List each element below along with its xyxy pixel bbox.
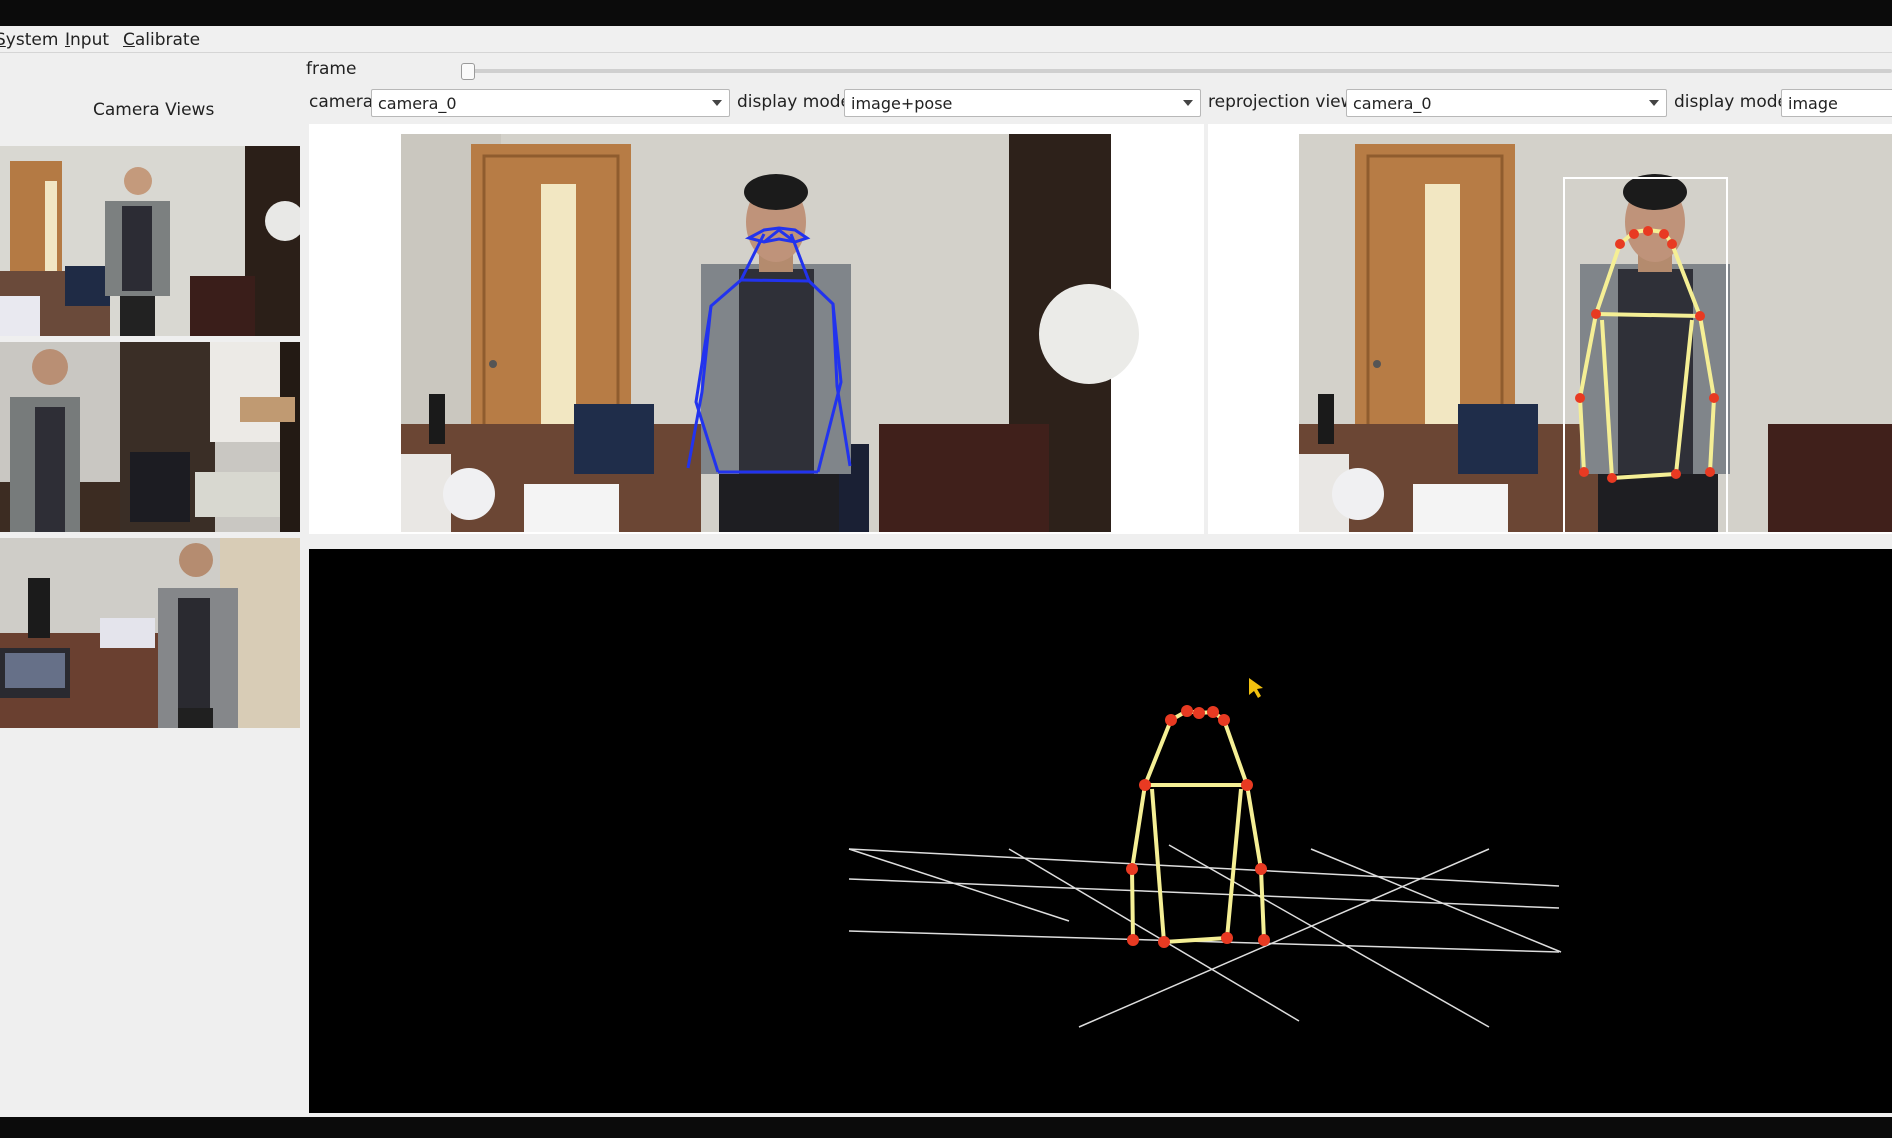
- skeleton-3d-joints: [1126, 705, 1270, 948]
- chevron-down-icon: [1183, 100, 1193, 106]
- frame-slider[interactable]: [465, 69, 1892, 73]
- ground-grid: [848, 844, 1562, 1028]
- display-mode-select-right-value: image: [1788, 94, 1838, 113]
- display-mode-label-left: display mode: [737, 92, 851, 112]
- menu-calibrate[interactable]: Calibrate: [123, 30, 200, 50]
- bottom-border: [0, 1117, 1892, 1138]
- display-mode-select-left[interactable]: image+pose: [844, 89, 1201, 117]
- reprojection-view-label: reprojection view: [1208, 92, 1355, 112]
- camera-select-value: camera_0: [378, 94, 457, 113]
- chevron-down-icon: [712, 100, 722, 106]
- camera-view-thumbnail-1[interactable]: [0, 146, 300, 336]
- camera-view-thumbnail-2[interactable]: [0, 342, 300, 532]
- camera-label: camera: [309, 92, 374, 112]
- chevron-down-icon: [1649, 100, 1659, 106]
- reprojection-image-panel[interactable]: [1208, 124, 1892, 534]
- display-mode-select-right[interactable]: image: [1781, 89, 1892, 117]
- camera-view-thumbnail-3[interactable]: [0, 538, 300, 728]
- frame-label: frame: [306, 59, 357, 79]
- 3d-viewport[interactable]: [309, 549, 1892, 1113]
- frame-slider-handle[interactable]: [461, 63, 475, 80]
- display-mode-label-right: display mode: [1674, 92, 1788, 112]
- camera-image-with-pose: [401, 134, 1139, 532]
- menu-system[interactable]: System: [0, 30, 58, 50]
- reprojection-image: [1299, 134, 1892, 534]
- camera-views-title: Camera Views: [93, 100, 215, 120]
- menu-input[interactable]: Input: [65, 30, 109, 50]
- camera-select[interactable]: camera_0: [371, 89, 730, 117]
- menu-bar: System Input Calibrate: [0, 26, 1892, 53]
- mouse-cursor-icon: [1249, 678, 1263, 698]
- display-mode-select-left-value: image+pose: [851, 94, 953, 113]
- camera-image-panel[interactable]: [309, 124, 1204, 534]
- skeleton-3d: [1129, 708, 1266, 944]
- reprojection-view-select[interactable]: camera_0: [1346, 89, 1667, 117]
- main-window: System Input Calibrate Camera Views fram…: [0, 26, 1892, 1117]
- reprojection-view-select-value: camera_0: [1353, 94, 1432, 113]
